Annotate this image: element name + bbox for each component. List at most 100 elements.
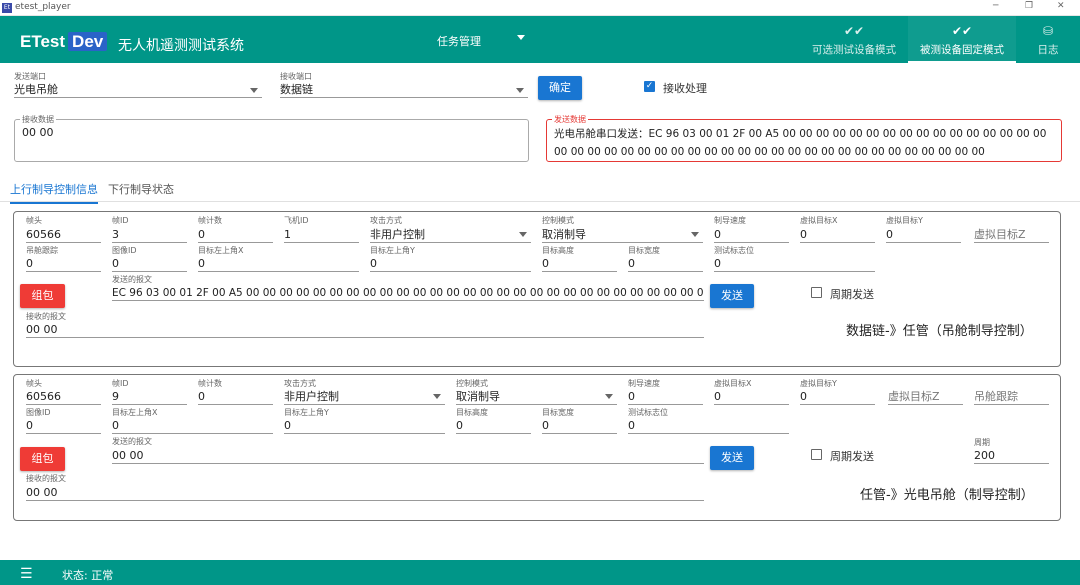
periodic-send-checkbox[interactable] — [811, 449, 822, 460]
recv-message-field[interactable]: 00 00 — [26, 486, 704, 501]
guide-speed-field[interactable]: 0 — [714, 228, 789, 243]
task-management-menu[interactable]: 任务管理 — [437, 33, 525, 49]
attack-mode-select[interactable]: 非用户控制 — [370, 228, 531, 243]
pod-track-field[interactable]: 吊舱跟踪 — [974, 390, 1049, 405]
pod-track-field[interactable]: 0 — [26, 257, 101, 272]
image-id-field[interactable]: 0 — [112, 257, 187, 272]
period-field[interactable]: 200 — [974, 449, 1049, 464]
target-tl-x-field[interactable]: 0 — [198, 257, 359, 272]
close-icon[interactable]: ✕ — [1057, 1, 1065, 11]
tab-downlink[interactable]: 下行制导状态 — [108, 181, 174, 197]
field-label: 目标高度 — [456, 408, 488, 417]
double-check-icon: ✔✔ — [843, 24, 865, 38]
field-label: 控制模式 — [542, 216, 574, 225]
virtual-x-field[interactable]: 0 — [714, 390, 789, 405]
double-check-icon: ✔✔ — [951, 24, 973, 38]
sent-message-label: 发送的报文 — [112, 437, 152, 446]
guide-speed-field[interactable]: 0 — [628, 390, 703, 405]
log-button[interactable]: ⛁ 日志 — [1030, 16, 1066, 63]
frame-id-field[interactable]: 9 — [112, 390, 187, 405]
status-text: 状态: 正常 — [62, 569, 114, 582]
field-label: 目标宽度 — [542, 408, 574, 417]
sent-message-field[interactable]: EC 96 03 00 01 2F 00 A5 00 00 00 00 00 0… — [112, 286, 704, 301]
recv-message-field[interactable]: 00 00 — [26, 323, 704, 338]
attack-mode-select[interactable]: 非用户控制 — [284, 390, 445, 405]
recv-data-value: 00 00 — [22, 126, 54, 139]
mode-label: 被测设备固定模式 — [920, 44, 1004, 56]
field-label: 制导速度 — [628, 379, 660, 388]
recv-data-label: 接收数据 — [20, 114, 56, 125]
target-width-field[interactable]: 0 — [628, 257, 703, 272]
field-label: 飞机ID — [284, 216, 309, 225]
recv-port-select[interactable]: 数据链 — [280, 83, 528, 98]
sent-message-label: 发送的报文 — [112, 275, 152, 284]
frame-id-field[interactable]: 3 — [112, 228, 187, 243]
mode-selectable-device[interactable]: ✔✔ 可选测试设备模式 — [804, 16, 904, 63]
field-label: 控制模式 — [456, 379, 488, 388]
virtual-x-field[interactable]: 0 — [800, 228, 875, 243]
periodic-send-checkbox[interactable] — [811, 287, 822, 298]
send-button[interactable]: 发送 — [710, 446, 754, 470]
virtual-y-field[interactable]: 0 — [886, 228, 961, 243]
recv-data-box[interactable] — [14, 119, 529, 162]
virtual-y-field[interactable]: 0 — [800, 390, 875, 405]
minimize-icon[interactable]: ─ — [993, 1, 998, 11]
field-label: 攻击方式 — [284, 379, 316, 388]
sent-message-field[interactable]: 00 00 — [112, 449, 704, 464]
image-id-field[interactable]: 0 — [26, 419, 101, 434]
logo-badge: Dev — [68, 32, 108, 51]
menu-icon[interactable]: ☰ — [20, 566, 33, 582]
database-icon: ⛁ — [1042, 24, 1054, 38]
control-mode-select[interactable]: 取消制导 — [542, 228, 703, 243]
periodic-send-label: 周期发送 — [830, 288, 874, 301]
send-data-line2: 00 00 00 00 00 00 00 00 00 00 00 00 00 0… — [554, 146, 985, 158]
send-port-label: 发送端口 — [14, 72, 46, 81]
target-tl-y-field[interactable]: 0 — [284, 419, 445, 434]
virtual-z-field[interactable]: 虚拟目标Z — [888, 390, 963, 405]
test-flag-field[interactable]: 0 — [628, 419, 789, 434]
field-label: 目标高度 — [542, 246, 574, 255]
field-label: 帧ID — [112, 216, 129, 225]
field-label: 帧头 — [26, 216, 42, 225]
logo: ETest Dev — [20, 32, 108, 52]
mode-fixed-device[interactable]: ✔✔ 被测设备固定模式 — [908, 16, 1016, 63]
recv-process-checkbox[interactable]: ✓ — [644, 81, 655, 92]
recv-message-label: 接收的报文 — [26, 312, 66, 321]
field-label: 攻击方式 — [370, 216, 402, 225]
field-label: 目标宽度 — [628, 246, 660, 255]
field-label: 目标左上角Y — [370, 246, 415, 255]
target-height-field[interactable]: 0 — [542, 257, 617, 272]
send-button[interactable]: 发送 — [710, 284, 754, 308]
test-flag-field[interactable]: 0 — [714, 257, 875, 272]
field-label: 图像ID — [112, 246, 137, 255]
control-mode-select[interactable]: 取消制导 — [456, 390, 617, 405]
frame-head-field[interactable]: 60566 — [26, 228, 101, 243]
restore-icon[interactable]: ❐ — [1025, 1, 1033, 11]
frame-count-field[interactable]: 0 — [198, 228, 273, 243]
recv-port-label: 接收端口 — [280, 72, 312, 81]
pack-button[interactable]: 组包 — [20, 284, 65, 308]
tab-divider — [0, 201, 1080, 202]
task-menu-label: 任务管理 — [437, 35, 481, 48]
field-label: 吊舱跟踪 — [26, 246, 58, 255]
window-title: etest_player — [15, 2, 71, 12]
field-label: 图像ID — [26, 408, 51, 417]
field-label: 帧头 — [26, 379, 42, 388]
log-label: 日志 — [1037, 44, 1059, 56]
pack-button[interactable]: 组包 — [20, 447, 65, 471]
field-label: 帧计数 — [198, 379, 222, 388]
logo-text: ETest — [20, 32, 66, 51]
target-height-field[interactable]: 0 — [456, 419, 531, 434]
confirm-button[interactable]: 确定 — [538, 76, 582, 100]
plane-id-field[interactable]: 1 — [284, 228, 359, 243]
send-port-select[interactable]: 光电吊舱 — [14, 83, 262, 98]
target-tl-x-field[interactable]: 0 — [112, 419, 273, 434]
target-tl-y-field[interactable]: 0 — [370, 257, 531, 272]
frame-count-field[interactable]: 0 — [198, 390, 273, 405]
virtual-z-field[interactable]: 虚拟目标Z — [974, 228, 1049, 243]
target-width-field[interactable]: 0 — [542, 419, 617, 434]
send-data-label: 发送数据 — [552, 114, 588, 125]
route-label: 数据链-》任管（吊舱制导控制） — [846, 324, 1033, 339]
frame-head-field[interactable]: 60566 — [26, 390, 101, 405]
field-label: 虚拟目标Y — [800, 379, 837, 388]
